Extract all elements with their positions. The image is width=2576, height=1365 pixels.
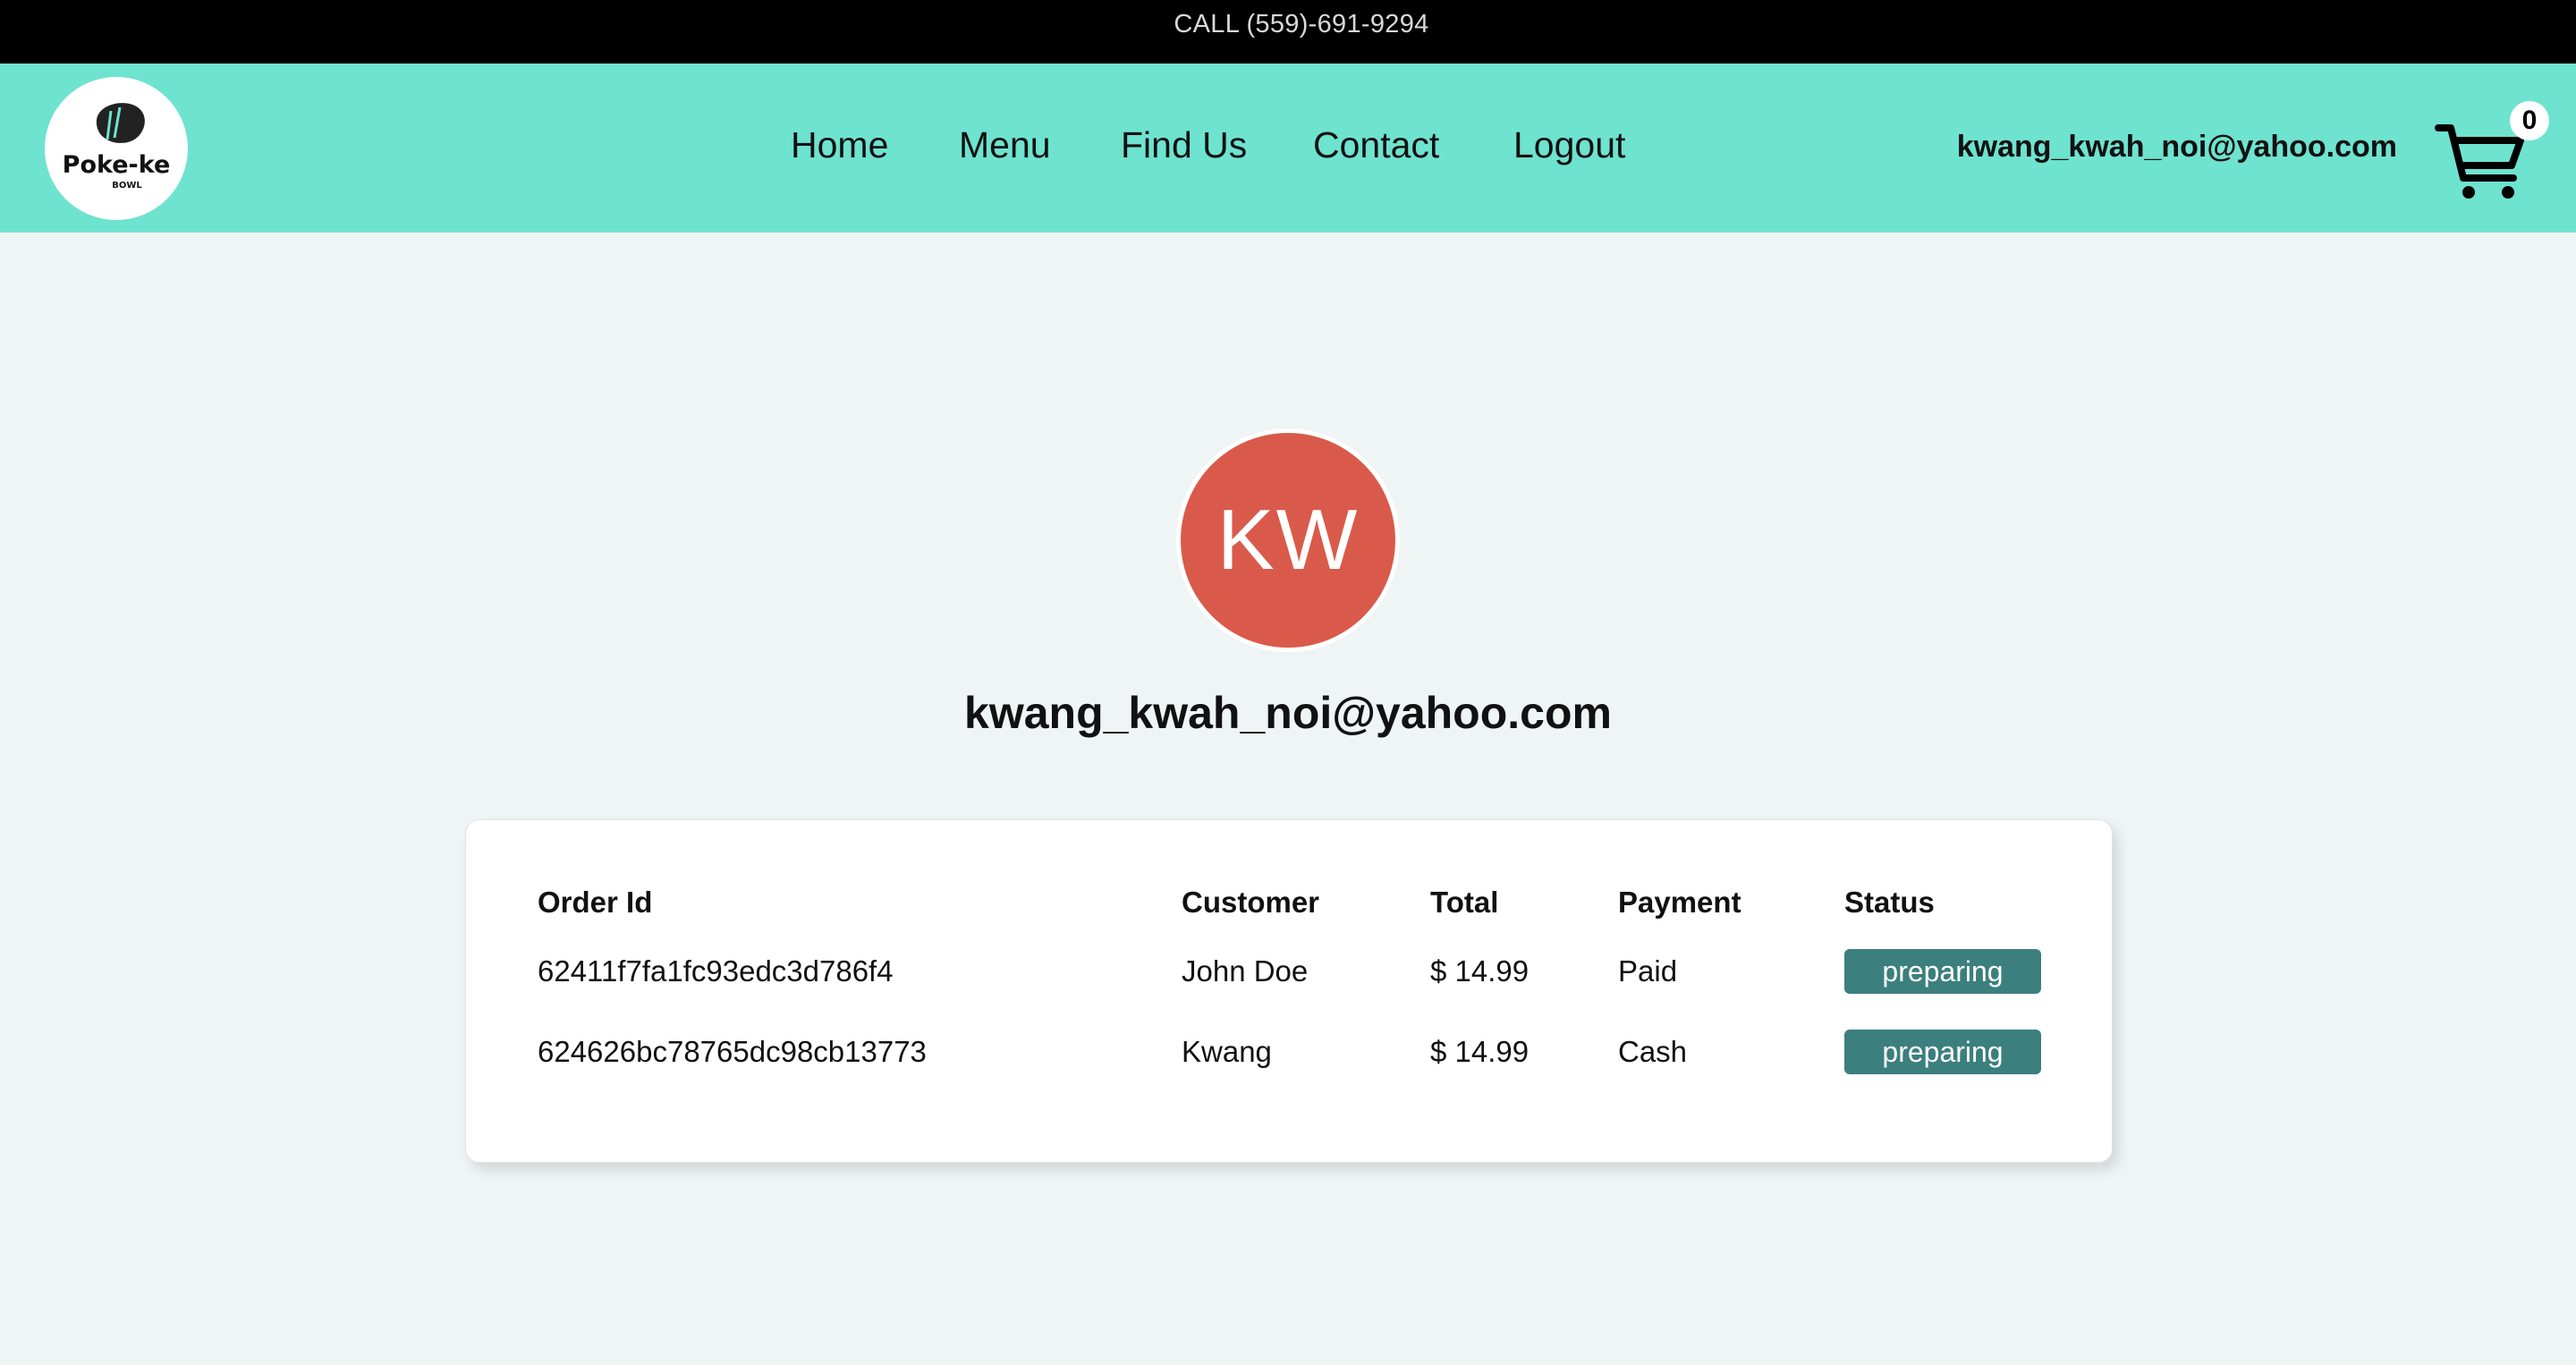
- orders-table: Order Id Customer Total Payment Status 6…: [538, 874, 2058, 1092]
- column-header-order-id: Order Id: [538, 886, 653, 919]
- table-row: 62411f7fa1fc93edc3d786f4 John Doe $ 14.9…: [538, 931, 2058, 1012]
- table-header-row: Order Id Customer Total Payment Status: [538, 874, 2058, 931]
- navbar: Poke-ke BOWL Home Menu Find Us Contact L…: [0, 64, 2576, 233]
- avatar: KW: [1176, 428, 1400, 652]
- site-logo[interactable]: Poke-ke BOWL: [45, 77, 188, 220]
- cart-count-badge: 0: [2510, 101, 2549, 140]
- logo-subtext: BOWL: [112, 181, 142, 191]
- nav-contact[interactable]: Contact: [1313, 124, 1439, 166]
- total-cell: $ 14.99: [1430, 1035, 1530, 1068]
- status-cell: preparing: [1844, 931, 2058, 1012]
- status-badge[interactable]: preparing: [1844, 949, 2041, 994]
- column-header-status: Status: [1844, 886, 1935, 919]
- status-badge[interactable]: preparing: [1844, 1030, 2041, 1074]
- profile-email: kwang_kwah_noi@yahoo.com: [964, 688, 1612, 738]
- logo-image: Poke-ke BOWL: [63, 103, 171, 191]
- payment-cell: Cash: [1618, 1035, 1688, 1068]
- orders-card: Order Id Customer Total Payment Status 6…: [465, 819, 2113, 1163]
- total-cell: $ 14.99: [1430, 954, 1530, 988]
- order-id-cell: 62411f7fa1fc93edc3d786f4: [538, 954, 894, 988]
- phone-number[interactable]: CALL (559)-691-9294: [1174, 0, 1428, 48]
- nav-find-us[interactable]: Find Us: [1121, 124, 1247, 166]
- column-header-payment: Payment: [1618, 886, 1741, 919]
- nav-menu[interactable]: Menu: [959, 124, 1051, 166]
- customer-cell: Kwang: [1182, 1035, 1272, 1068]
- column-header-total: Total: [1430, 886, 1499, 919]
- status-cell: preparing: [1844, 1012, 2058, 1092]
- top-call-bar: CALL (559)-691-9294: [0, 0, 2576, 64]
- order-id-cell: 624626bc78765dc98cb13773: [538, 1035, 927, 1068]
- nav-home[interactable]: Home: [791, 124, 888, 166]
- user-email: kwang_kwah_noi@yahoo.com: [1956, 130, 2397, 164]
- column-header-customer: Customer: [1182, 886, 1320, 919]
- logo-text: Poke-ke: [63, 151, 171, 179]
- customer-cell: John Doe: [1182, 954, 1309, 988]
- table-row: 624626bc78765dc98cb13773 Kwang $ 14.99 C…: [538, 1012, 2058, 1092]
- cart-button[interactable]: 0: [2431, 101, 2549, 208]
- payment-cell: Paid: [1618, 954, 1678, 988]
- nav-logout[interactable]: Logout: [1513, 124, 1625, 166]
